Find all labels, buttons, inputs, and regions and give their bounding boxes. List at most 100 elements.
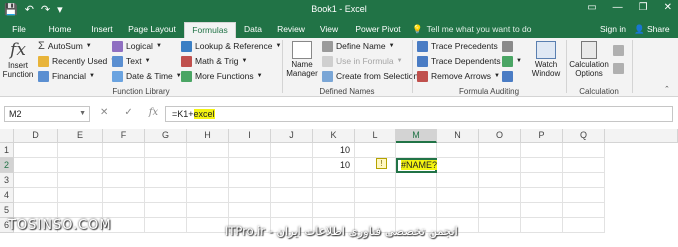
row-header-4[interactable]: 4 <box>0 188 14 203</box>
cell-n3[interactable] <box>437 173 479 188</box>
define-name-button[interactable]: Define Name ▼ <box>322 40 395 53</box>
financial-button[interactable]: Financial ▼ <box>38 70 95 83</box>
cell-n5[interactable] <box>437 203 479 218</box>
tab-insert[interactable]: Insert <box>82 22 122 38</box>
cell-k4[interactable] <box>313 188 355 203</box>
cell-o2[interactable] <box>479 158 521 173</box>
cell-f4[interactable] <box>103 188 145 203</box>
cell-n1[interactable] <box>437 143 479 158</box>
cell-m3[interactable] <box>396 173 437 188</box>
column-header-m[interactable]: M <box>396 129 437 143</box>
cell-d3[interactable] <box>14 173 58 188</box>
cell-o5[interactable] <box>479 203 521 218</box>
cell-l4[interactable] <box>355 188 396 203</box>
calculation-options-button[interactable]: Calculation Options <box>568 40 610 78</box>
cell-l1[interactable] <box>355 143 396 158</box>
cell-h3[interactable] <box>187 173 229 188</box>
enter-icon[interactable]: ✓ <box>124 107 132 118</box>
cell-p1[interactable] <box>521 143 563 158</box>
cell-e4[interactable] <box>58 188 103 203</box>
restore-icon[interactable]: ❐ <box>639 2 648 13</box>
column-header-l[interactable]: L <box>355 129 396 143</box>
row-header-1[interactable]: 1 <box>0 143 14 158</box>
column-header-n[interactable]: N <box>437 129 479 143</box>
column-header-q[interactable]: Q <box>563 129 605 143</box>
formula-input[interactable]: =K1+excel <box>165 106 673 122</box>
error-checking-button[interactable]: ▼ <box>502 55 522 68</box>
evaluate-formula-button[interactable] <box>502 70 513 83</box>
cell-j5[interactable] <box>271 203 313 218</box>
cell-p3[interactable] <box>521 173 563 188</box>
cell-h6[interactable] <box>187 218 229 233</box>
column-header-e[interactable]: E <box>58 129 103 143</box>
cell-f5[interactable] <box>103 203 145 218</box>
cell-d2[interactable] <box>14 158 58 173</box>
cell-g6[interactable] <box>145 218 187 233</box>
tab-power-pivot[interactable]: Power Pivot <box>350 22 406 38</box>
text-button[interactable]: Text ▼ <box>112 55 151 68</box>
autosum-button[interactable]: Σ AutoSum ▼ <box>38 40 92 53</box>
cancel-icon[interactable]: ✕ <box>100 107 108 118</box>
tell-me-box[interactable]: 💡 Tell me what you want to do <box>412 22 531 36</box>
cell-l5[interactable] <box>355 203 396 218</box>
cell-q2[interactable] <box>563 158 605 173</box>
cell-m1[interactable] <box>396 143 437 158</box>
tab-review[interactable]: Review <box>272 22 310 38</box>
column-header-k[interactable]: K <box>313 129 355 143</box>
cell-g5[interactable] <box>145 203 187 218</box>
cell-n2[interactable] <box>437 158 479 173</box>
cell-q6[interactable] <box>563 218 605 233</box>
use-in-formula-button[interactable]: Use in Formula ▼ <box>322 55 403 68</box>
cell-d4[interactable] <box>14 188 58 203</box>
cell-p5[interactable] <box>521 203 563 218</box>
show-formulas-button[interactable] <box>502 40 513 53</box>
watch-window-button[interactable]: Watch Window <box>528 40 564 78</box>
cell-g2[interactable] <box>145 158 187 173</box>
trace-precedents-button[interactable]: Trace Precedents <box>417 40 498 53</box>
recently-used-button[interactable]: Recently Used ▼ <box>38 55 116 68</box>
cell-p4[interactable] <box>521 188 563 203</box>
column-header-f[interactable]: F <box>103 129 145 143</box>
cell-o4[interactable] <box>479 188 521 203</box>
name-manager-button[interactable]: Name Manager <box>284 40 320 78</box>
collapse-ribbon-icon[interactable]: ⌃ <box>664 85 670 93</box>
tab-home[interactable]: Home <box>40 22 80 38</box>
calculate-sheet-button[interactable] <box>613 62 624 75</box>
cell-i3[interactable] <box>229 173 271 188</box>
logical-button[interactable]: Logical ▼ <box>112 40 162 53</box>
column-header-d[interactable]: D <box>14 129 58 143</box>
column-header-o[interactable]: O <box>479 129 521 143</box>
row-header-2[interactable]: 2 <box>0 158 14 173</box>
cell-f1[interactable] <box>103 143 145 158</box>
cell-g3[interactable] <box>145 173 187 188</box>
insert-function-icon[interactable]: fx <box>149 107 158 118</box>
cell-e3[interactable] <box>58 173 103 188</box>
column-header-i[interactable]: I <box>229 129 271 143</box>
cell-g4[interactable] <box>145 188 187 203</box>
sign-in-link[interactable]: Sign in <box>600 24 626 34</box>
cell-k1[interactable]: 10 <box>313 143 355 158</box>
trace-dependents-button[interactable]: Trace Dependents <box>417 55 501 68</box>
cell-h1[interactable] <box>187 143 229 158</box>
cell-p2[interactable] <box>521 158 563 173</box>
cell-q1[interactable] <box>563 143 605 158</box>
row-header-5[interactable]: 5 <box>0 203 14 218</box>
cell-o1[interactable] <box>479 143 521 158</box>
tab-file[interactable]: File <box>4 22 34 38</box>
cell-n4[interactable] <box>437 188 479 203</box>
cell-o6[interactable] <box>479 218 521 233</box>
cell-f2[interactable] <box>103 158 145 173</box>
date-time-button[interactable]: Date & Time ▼ <box>112 70 182 83</box>
ribbon-display-options-icon[interactable]: ▭ <box>587 2 596 13</box>
share-button[interactable]: 👤 Share <box>634 24 670 35</box>
cell-j2[interactable] <box>271 158 313 173</box>
cell-l3[interactable] <box>355 173 396 188</box>
tab-data[interactable]: Data <box>238 22 268 38</box>
cell-j4[interactable] <box>271 188 313 203</box>
cell-i1[interactable] <box>229 143 271 158</box>
cell-i5[interactable] <box>229 203 271 218</box>
cell-k3[interactable] <box>313 173 355 188</box>
math-trig-button[interactable]: Math & Trig ▼ <box>181 55 247 68</box>
cell-e1[interactable] <box>58 143 103 158</box>
cell-q3[interactable] <box>563 173 605 188</box>
